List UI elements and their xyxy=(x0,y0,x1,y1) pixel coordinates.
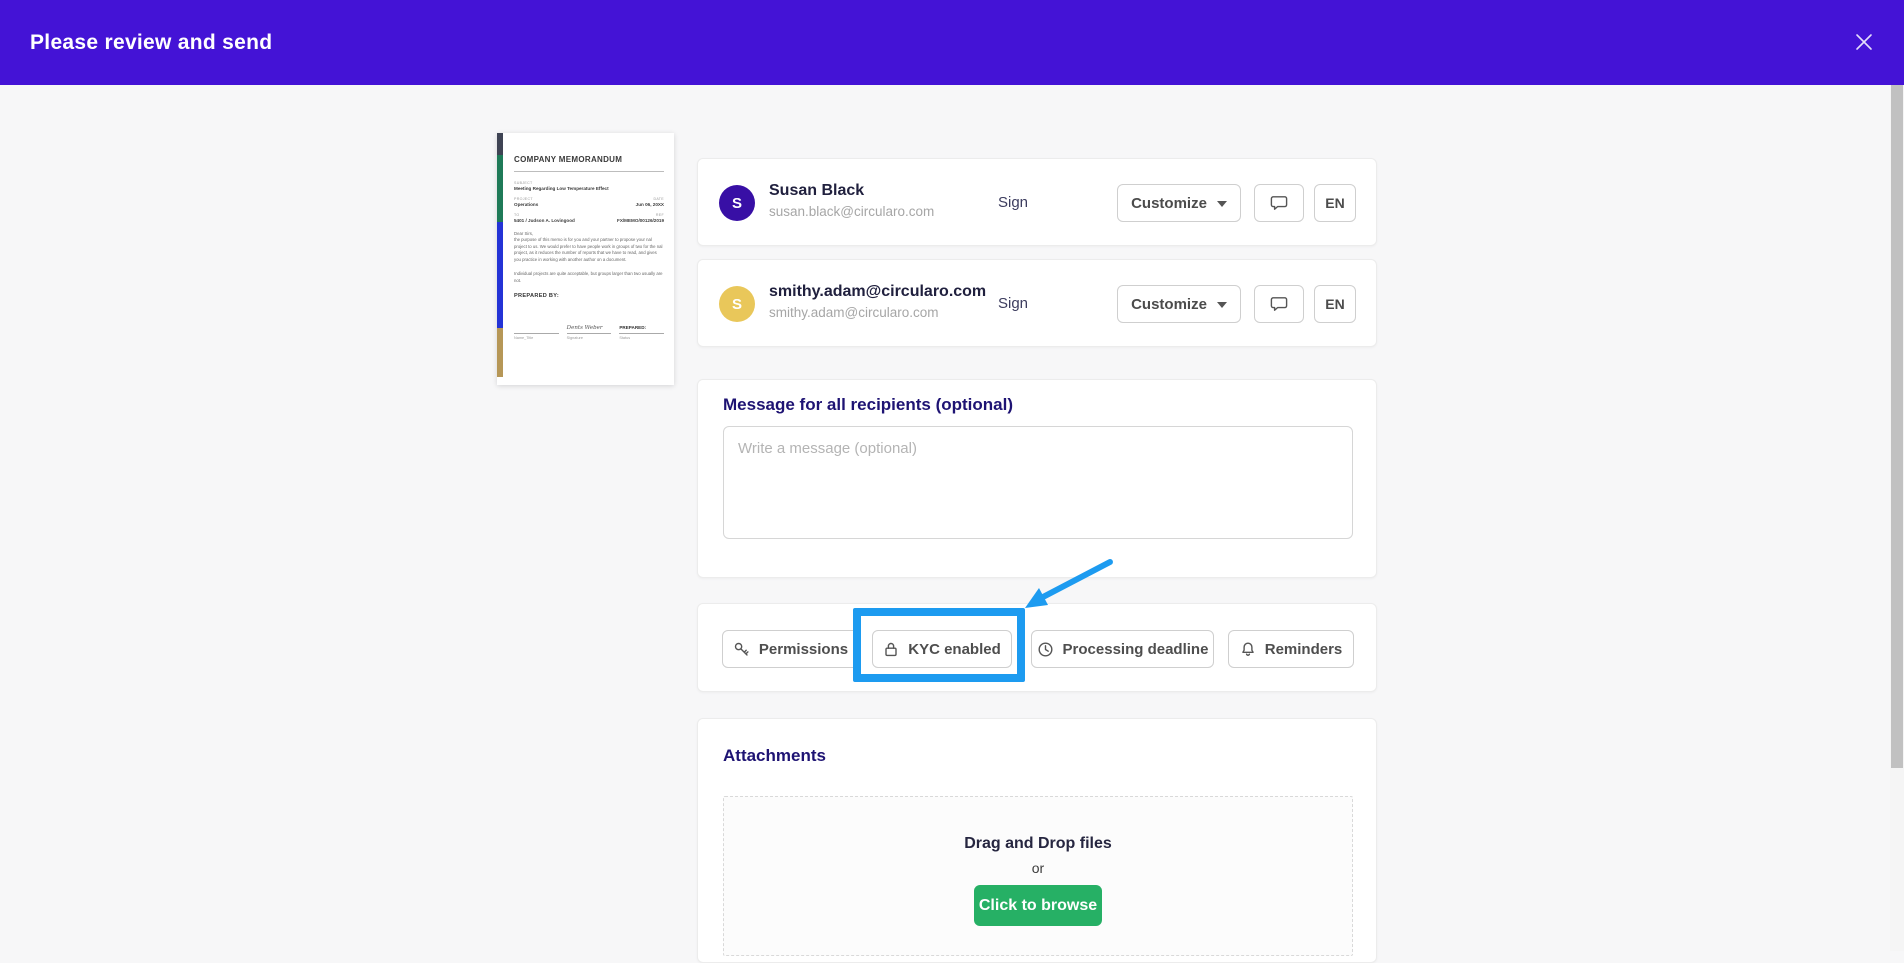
message-input[interactable] xyxy=(723,426,1353,539)
doc-subject: Meeting Regarding Low Temperature Effect xyxy=(514,186,664,191)
recipient-role: Sign xyxy=(998,260,1028,346)
chat-bubble-icon xyxy=(1269,193,1289,213)
scrollbar-track xyxy=(1890,85,1904,951)
doc-title: COMPANY MEMORANDUM xyxy=(514,155,664,164)
doc-ref: FX/MEMO/00126/2019 xyxy=(617,218,664,223)
close-icon xyxy=(1855,33,1873,51)
bell-icon xyxy=(1240,641,1256,658)
avatar: S xyxy=(719,185,755,221)
modal-header: Please review and send xyxy=(0,0,1904,85)
doc-to-label: TO xyxy=(514,213,575,217)
doc-body-1: the purpose of this memo is for you and … xyxy=(514,237,664,263)
scrollbar-thumb[interactable] xyxy=(1891,85,1903,768)
recipient-role: Sign xyxy=(998,159,1028,245)
doc-date-label: DATE xyxy=(636,197,664,201)
message-section: Message for all recipients (optional) xyxy=(697,379,1377,578)
chevron-down-icon xyxy=(1217,201,1227,207)
attachments-section: Attachments Drag and Drop files or Click… xyxy=(697,718,1377,963)
doc-signature-script: Dents Weber xyxy=(567,325,612,333)
lock-icon xyxy=(883,641,899,658)
doc-sign-status: Status xyxy=(619,333,664,340)
key-icon xyxy=(733,641,750,658)
processing-deadline-button[interactable]: Processing deadline xyxy=(1031,630,1214,668)
message-recipient-button[interactable] xyxy=(1254,184,1304,222)
message-heading: Message for all recipients (optional) xyxy=(723,395,1013,415)
page-title: Please review and send xyxy=(30,31,272,55)
document-preview-thumbnail[interactable]: COMPANY MEMORANDUM SUBJECT Meeting Regar… xyxy=(497,133,674,385)
chevron-down-icon xyxy=(1217,302,1227,308)
language-button[interactable]: EN xyxy=(1314,184,1356,222)
options-section: Permissions KYC enabled Processing deadl… xyxy=(697,603,1377,692)
clock-icon xyxy=(1037,641,1054,658)
dropzone-title: Drag and Drop files xyxy=(964,835,1112,853)
doc-to: 5401 / Judson A. Lovingood xyxy=(514,218,575,223)
doc-body-2: Individual projects are quite acceptable… xyxy=(514,271,664,284)
language-button[interactable]: EN xyxy=(1314,285,1356,323)
customize-button[interactable]: Customize xyxy=(1117,184,1241,222)
file-dropzone[interactable]: Drag and Drop files or Click to browse xyxy=(723,796,1353,956)
close-button[interactable] xyxy=(1850,28,1878,56)
chat-bubble-icon xyxy=(1269,294,1289,314)
recipient-email: smithy.adam@circularo.com xyxy=(769,305,986,320)
doc-prepared-by: PREPARED BY: xyxy=(514,293,664,299)
recipient-card-1: S Susan Black susan.black@circularo.com … xyxy=(697,158,1377,246)
message-recipient-button[interactable] xyxy=(1254,285,1304,323)
dropzone-or-label: or xyxy=(1032,860,1044,876)
doc-ref-label: REF xyxy=(617,213,664,217)
permissions-button[interactable]: Permissions xyxy=(722,630,859,668)
customize-button[interactable]: Customize xyxy=(1117,285,1241,323)
recipient-email: susan.black@circularo.com xyxy=(769,204,934,219)
recipient-card-2: S smithy.adam@circularo.com smithy.adam@… xyxy=(697,259,1377,347)
document-color-stripes xyxy=(497,133,503,385)
reminders-button[interactable]: Reminders xyxy=(1228,630,1354,668)
click-to-browse-button[interactable]: Click to browse xyxy=(974,885,1102,926)
avatar: S xyxy=(719,286,755,322)
doc-sign-name-title: Name_Title xyxy=(514,333,559,340)
doc-prepared-label: PREPARED: xyxy=(619,325,664,333)
kyc-enabled-button[interactable]: KYC enabled xyxy=(872,630,1012,668)
recipient-name: Susan Black xyxy=(769,182,934,200)
recipient-name: smithy.adam@circularo.com xyxy=(769,283,986,301)
doc-subject-label: SUBJECT xyxy=(514,181,664,185)
doc-date: Jun 06, 20XX xyxy=(636,202,664,207)
doc-project-label: PROJECT xyxy=(514,197,538,201)
attachments-heading: Attachments xyxy=(723,746,826,766)
doc-sign-signature: Signature xyxy=(567,333,612,340)
doc-project: Operations xyxy=(514,202,538,207)
